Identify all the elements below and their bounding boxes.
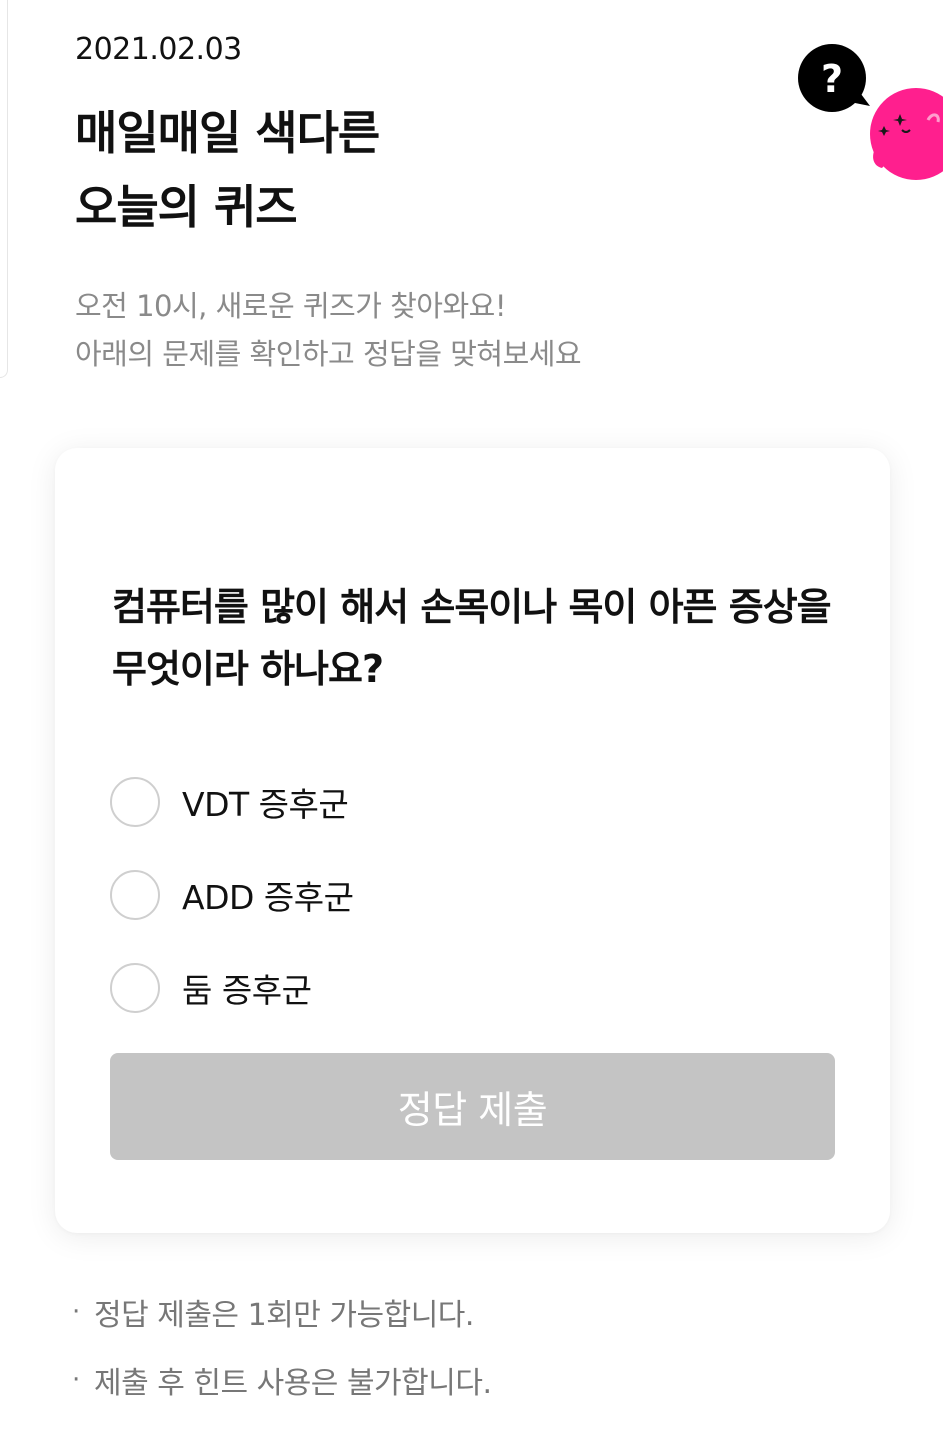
note-bullet: ·	[72, 1297, 80, 1327]
question-glyph: ?	[821, 57, 843, 101]
answer-option-1[interactable]: VDT 증후군	[110, 755, 810, 848]
page-title-line-2: 오늘의 퀴즈	[75, 180, 298, 234]
quiz-notes: · 정답 제출은 1회만 가능합니다. · 제출 후 힌트 사용은 불가합니다.	[72, 1288, 872, 1424]
answer-option-2[interactable]: ADD 증후군	[110, 848, 810, 941]
answer-options: VDT 증후군 ADD 증후군 둠 증후군	[110, 755, 810, 1034]
answer-option-label: 둠 증후군	[182, 970, 312, 1010]
previous-card-edge	[0, 0, 8, 378]
help-button[interactable]: ?	[798, 44, 870, 114]
quiz-question: 컴퓨터를 많이 해서 손목이나 목이 아픈 증상을 무엇이라 하나요?	[112, 585, 832, 691]
note-item: · 정답 제출은 1회만 가능합니다.	[72, 1288, 872, 1336]
quiz-card: 컴퓨터를 많이 해서 손목이나 목이 아픈 증상을 무엇이라 하나요? VDT …	[55, 448, 890, 1233]
radio-button[interactable]	[110, 962, 160, 1013]
radio-button[interactable]	[110, 869, 160, 920]
radio-button[interactable]	[110, 776, 160, 827]
answer-option-3[interactable]: 둠 증후군	[110, 941, 810, 1034]
quiz-header: 2021.02.03 매일매일 색다른 오늘의 퀴즈 오전 10시, 새로운 퀴…	[75, 30, 775, 378]
answer-option-label: ADD 증후군	[182, 877, 354, 917]
page-title: 매일매일 색다른 오늘의 퀴즈	[75, 96, 775, 244]
quiz-date: 2021.02.03	[75, 32, 242, 67]
answer-option-label: VDT 증후군	[182, 784, 349, 824]
note-bullet: ·	[72, 1365, 80, 1395]
note-text: 제출 후 힌트 사용은 불가합니다.	[94, 1366, 492, 1401]
submit-answer-button[interactable]: 정답 제출	[110, 1053, 835, 1160]
note-item: · 제출 후 힌트 사용은 불가합니다.	[72, 1356, 872, 1404]
subtitle-line-1: 오전 10시, 새로운 퀴즈가 찾아와요!	[75, 289, 506, 323]
page-subtitle: 오전 10시, 새로운 퀴즈가 찾아와요! 아래의 문제를 확인하고 정답을 맞…	[75, 282, 775, 378]
subtitle-line-2: 아래의 문제를 확인하고 정답을 맞혀보세요	[75, 337, 582, 371]
page-title-line-1: 매일매일 색다른	[75, 106, 380, 160]
note-text: 정답 제출은 1회만 가능합니다.	[94, 1298, 474, 1333]
pink-mascot-icon	[868, 82, 943, 182]
question-mark-icon: ?	[798, 44, 870, 112]
